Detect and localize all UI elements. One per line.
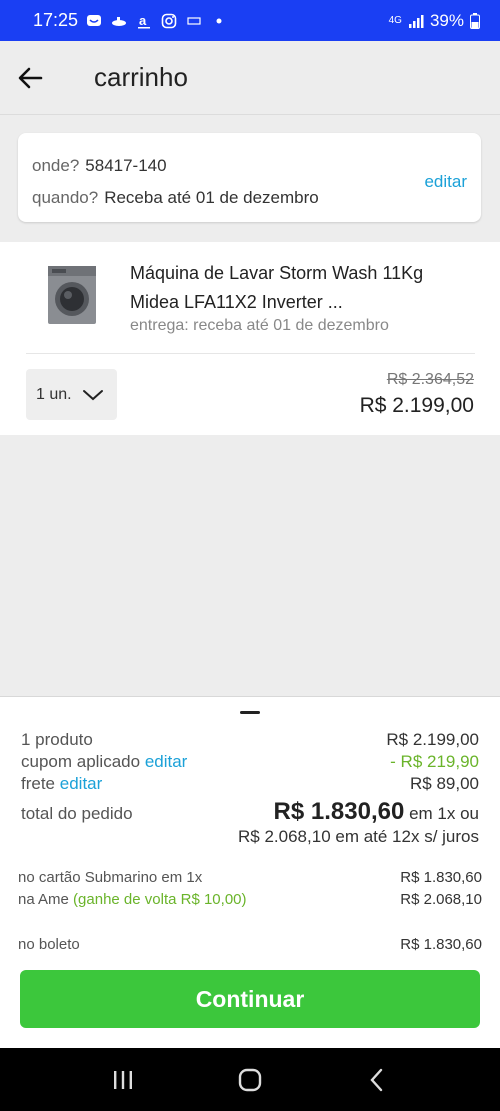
shipping-label: frete (21, 774, 56, 793)
product-delivery: entrega: receba até 01 de dezembro (130, 317, 389, 334)
notification-icons: a (86, 13, 227, 29)
chat-bubble-icon (87, 14, 102, 26)
coupon-label: cupom aplicado (21, 752, 141, 771)
summary-products-row: 1 produto R$ 2.199,00 (21, 730, 479, 750)
delivery-address-card: onde? 58417-140 quando? Receba até 01 de d… (18, 133, 481, 222)
product-price: R$ 2.199,00 (359, 394, 474, 417)
installments-text: R$ 2.068,10 em até 12x s/ juros (238, 827, 479, 846)
chevron-down-icon (82, 389, 103, 400)
status-bar: 17:25 a 4G 39% (0, 0, 500, 41)
product-name[interactable]: Máquina de Lavar Storm Wash 11Kg Midea L… (130, 259, 460, 317)
payment-label: no boleto (18, 936, 80, 953)
recent-apps-button[interactable] (98, 1055, 148, 1105)
coupon-label-group: cupom aplicado editar (21, 752, 187, 772)
where-value: 58417-140 (85, 156, 167, 175)
where-label: onde? (32, 156, 80, 175)
app-notification-icon (187, 16, 201, 25)
quantity-value: 1 un. (36, 385, 72, 403)
total-suffix: em 1x ou (409, 804, 479, 823)
payment-value: R$ 1.830,60 (400, 936, 482, 953)
amazon-a-icon: a (138, 13, 151, 28)
chevron-left-icon (370, 1068, 382, 1091)
svg-text:a: a (139, 13, 147, 28)
total-group: R$ 1.830,60 em 1x ou (274, 798, 479, 826)
address-when-row: quando? Receba até 01 de dezembro (32, 188, 319, 208)
home-button[interactable] (225, 1055, 275, 1105)
payment-label: no cartão Submarino em 1x (18, 869, 203, 886)
products-value: R$ 2.199,00 (386, 730, 479, 749)
dot-icon (216, 18, 222, 23)
system-nav-bar (0, 1048, 500, 1111)
summary-shipping-row: frete editar R$ 89,00 (21, 774, 479, 794)
shipping-label-group: frete editar (21, 774, 102, 794)
address-where-row: onde? 58417-140 (32, 156, 167, 176)
home-icon (238, 1068, 262, 1091)
status-time: 17:25 (33, 10, 79, 30)
payment-option-card: no cartão Submarino em 1x R$ 1.830,60 (18, 869, 482, 886)
edit-shipping-link[interactable]: editar (60, 774, 103, 793)
network-type: 4G (388, 14, 402, 26)
edit-coupon-link[interactable]: editar (145, 752, 188, 771)
payment-label: na Ame (18, 891, 69, 908)
products-label: 1 produto (21, 730, 93, 749)
when-value: Receba até 01 de dezembro (104, 188, 319, 207)
shipping-value: R$ 89,00 (410, 774, 479, 793)
sheet-drag-handle[interactable] (240, 711, 260, 714)
battery-icon (470, 12, 480, 29)
page-title: carrinho (94, 62, 188, 92)
continue-button[interactable]: Continuar (20, 970, 480, 1028)
when-label: quando? (32, 188, 99, 207)
status-right: 4G 39% (389, 11, 480, 31)
summary-total-row: total do pedido R$ 1.830,60 em 1x ou (21, 798, 479, 826)
divider (26, 353, 475, 354)
original-price: R$ 2.364,52 (386, 371, 474, 388)
instagram-icon (161, 13, 177, 28)
coupon-value: - R$ 219,90 (390, 752, 479, 771)
signal-icon (408, 14, 424, 28)
battery-percent: 39% (429, 10, 464, 30)
payment-option-ame: na Ame (ganhe de volta R$ 10,00) R$ 2.06… (18, 891, 482, 908)
continue-bar: Continuar (0, 970, 500, 1048)
order-summary-sheet: 1 produto R$ 2.199,00 cupom aplicado edi… (0, 696, 500, 970)
payment-value: R$ 1.830,60 (400, 869, 482, 886)
recent-apps-icon (114, 1070, 133, 1089)
total-label: total do pedido (21, 804, 133, 823)
arrow-left-icon (18, 67, 43, 88)
summary-coupon-row: cupom aplicado editar - R$ 219,90 (21, 752, 479, 772)
product-image[interactable] (44, 262, 100, 328)
cart-item: Máquina de Lavar Storm Wash 11Kg Midea L… (0, 242, 500, 435)
cashback-text: (ganhe de volta R$ 10,00) (73, 891, 247, 908)
edit-address-link[interactable]: editar (424, 172, 467, 192)
total-value: R$ 1.830,60 (273, 798, 405, 825)
payment-value: R$ 2.068,10 (400, 891, 482, 908)
payment-label-group: na Ame (ganhe de volta R$ 10,00) (18, 891, 247, 908)
back-button[interactable] (2, 50, 58, 106)
quantity-selector[interactable]: 1 un. (26, 369, 117, 420)
app-header: carrinho (0, 41, 500, 115)
back-nav-button[interactable] (352, 1055, 402, 1105)
submarine-icon (112, 16, 127, 26)
payment-option-boleto: no boleto R$ 1.830,60 (18, 936, 482, 953)
